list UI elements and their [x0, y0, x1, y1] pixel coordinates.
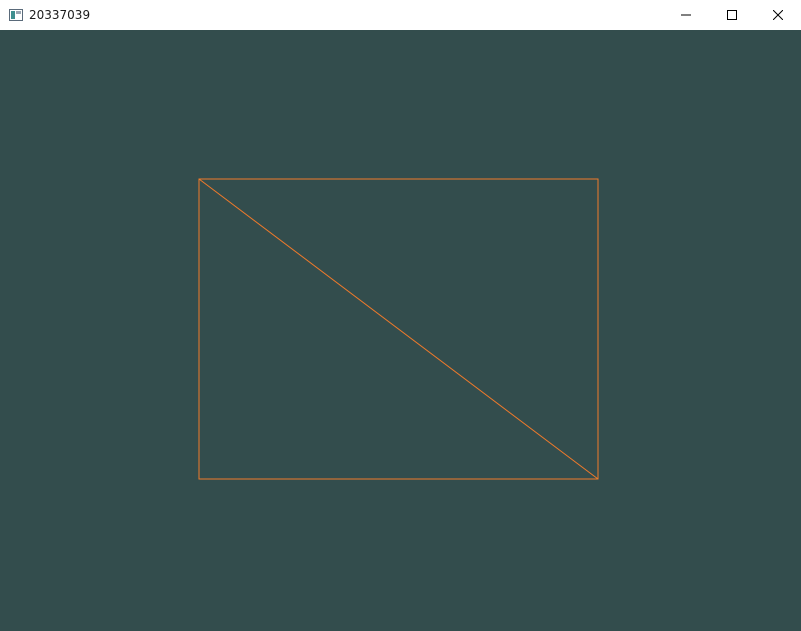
minimize-icon [681, 14, 691, 16]
title-bar[interactable]: 20337039 [0, 0, 801, 30]
render-viewport[interactable] [0, 30, 801, 631]
diagonal-line [198, 178, 599, 480]
close-icon [773, 10, 783, 20]
close-button[interactable] [755, 0, 801, 30]
minimize-button[interactable] [663, 0, 709, 30]
scene-canvas [198, 178, 599, 480]
maximize-icon [727, 10, 737, 20]
app-window: 20337039 [0, 0, 801, 631]
window-app-icon [8, 7, 24, 23]
maximize-button[interactable] [709, 0, 755, 30]
window-controls [663, 0, 801, 30]
window-title: 20337039 [29, 8, 91, 22]
